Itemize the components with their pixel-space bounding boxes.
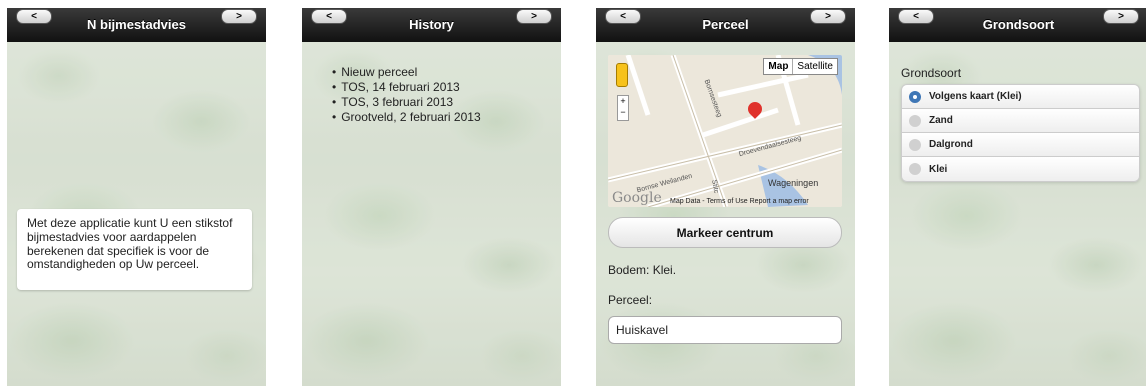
map-attribution[interactable]: Map Data - Terms of Use Report a map err… (670, 198, 809, 205)
chevron-right-icon: > (236, 10, 242, 22)
screen-grondsoort: < Grondsoort > Grondsoort Volgens kaart … (889, 8, 1146, 386)
header: < N bijmestadvies > (7, 8, 266, 42)
mark-center-button[interactable]: Markeer centrum (608, 217, 842, 248)
radio-unselected-icon (909, 163, 921, 175)
header: < Grondsoort > (889, 8, 1146, 42)
history-item[interactable]: TOS, 14 februari 2013 (332, 80, 481, 95)
header: < Perceel > (596, 8, 855, 42)
chevron-right-icon: > (1118, 10, 1124, 22)
forward-button[interactable]: > (1103, 9, 1139, 24)
screen-perceel: < Perceel > + − Map Satellite Bornsestee… (596, 8, 855, 386)
map-type-map[interactable]: Map (764, 59, 794, 74)
radio-label: Dalgrond (929, 139, 973, 150)
forward-button[interactable]: > (810, 9, 846, 24)
group-label: Grondsoort (901, 66, 962, 80)
radio-option[interactable]: Zand (902, 109, 1139, 133)
radio-unselected-icon (909, 114, 921, 127)
history-item[interactable]: Grootveld, 2 februari 2013 (332, 110, 480, 125)
soil-status: Bodem: Klei. (608, 263, 677, 277)
radio-option[interactable]: Volgens kaart (Klei) (902, 85, 1139, 109)
field-label: Perceel: (608, 293, 653, 307)
map-type-satellite[interactable]: Satellite (793, 59, 837, 74)
screen-n-bijmestadvies: < N bijmestadvies > Met deze applicatie … (7, 8, 266, 386)
screen-history: < History > Nieuw perceel TOS, 14 februa… (302, 8, 561, 386)
forward-button[interactable]: > (516, 9, 552, 24)
radio-option[interactable]: Klei (902, 157, 1139, 181)
zoom-control[interactable]: + − (617, 95, 629, 121)
map-view[interactable]: + − Map Satellite Bornsesteeg Droevendaa… (608, 55, 842, 207)
google-logo: Google (612, 190, 662, 206)
history-item[interactable]: Nieuw perceel (332, 65, 481, 80)
chevron-right-icon: > (531, 10, 537, 22)
forward-button[interactable]: > (221, 9, 257, 24)
map-type-control[interactable]: Map Satellite (763, 58, 838, 75)
radio-unselected-icon (909, 138, 921, 151)
zoom-out-icon[interactable]: − (618, 107, 628, 118)
history-item[interactable]: TOS, 3 februari 2013 (332, 95, 481, 110)
radio-label: Zand (929, 115, 953, 126)
radio-selected-icon (909, 90, 921, 103)
radio-label: Klei (929, 163, 948, 175)
streetview-pegman-icon[interactable] (616, 63, 628, 87)
header: < History > (302, 8, 561, 42)
zoom-in-icon[interactable]: + (618, 96, 628, 107)
place-label: Wageningen (768, 178, 819, 188)
chevron-right-icon: > (825, 10, 831, 22)
radio-label: Volgens kaart (Klei) (929, 91, 1022, 102)
field-name-input[interactable]: Huiskavel (608, 316, 842, 344)
intro-text: Met deze applicatie kunt U een stikstof … (17, 209, 252, 290)
history-list: Nieuw perceel TOS, 14 februari 2013 TOS,… (332, 65, 481, 125)
radio-option[interactable]: Dalgrond (902, 133, 1139, 157)
soil-type-radio-group: Volgens kaart (Klei) Zand Dalgrond Klei (901, 84, 1140, 182)
